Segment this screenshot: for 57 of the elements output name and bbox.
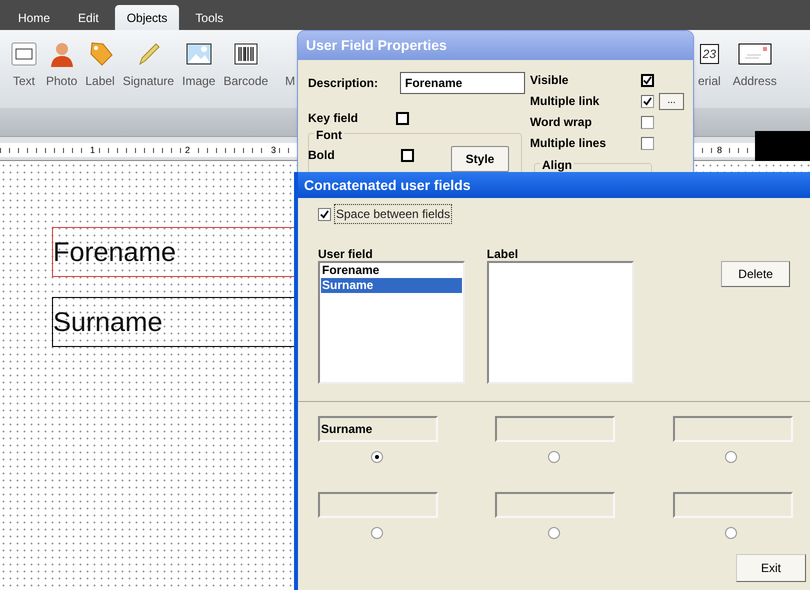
- radio-button[interactable]: [725, 527, 738, 539]
- menu-tab[interactable]: Tools: [183, 5, 236, 30]
- checkbox[interactable]: [641, 136, 654, 150]
- user-field-list[interactable]: Forename Surname: [318, 261, 465, 384]
- menu-tab[interactable]: Home: [6, 5, 62, 30]
- checkbox[interactable]: [396, 112, 409, 124]
- check-mark-icon: [643, 76, 652, 84]
- slot-field[interactable]: [318, 492, 438, 518]
- radio-button[interactable]: [725, 451, 738, 463]
- radio-button[interactable]: [548, 527, 560, 539]
- ribbon-tool[interactable]: Photo: [42, 40, 82, 90]
- number-icon: 23: [700, 44, 720, 64]
- window-title: Concatenated user fields: [304, 176, 470, 194]
- ribbon-tool[interactable]: Text: [6, 40, 42, 90]
- option-label: Multiple lines: [530, 135, 608, 152]
- menu-tab[interactable]: Edit: [66, 5, 111, 30]
- check-mark-icon: [320, 210, 329, 218]
- space-checkbox[interactable]: Space between fields: [318, 205, 452, 223]
- checkbox[interactable]: [401, 148, 414, 162]
- option-label: Word wrap: [530, 114, 593, 131]
- dark-panel: [755, 131, 810, 161]
- field-label: Description:: [308, 75, 380, 92]
- label-list[interactable]: [486, 261, 634, 384]
- ribbon-tool[interactable]: 23 erial: [696, 40, 723, 90]
- field-label: Key field: [308, 110, 360, 127]
- ribbon-tool[interactable]: Address: [730, 40, 779, 90]
- list-item[interactable]: Forename: [321, 263, 462, 278]
- list-item[interactable]: Surname: [321, 278, 462, 293]
- ribbon-tool[interactable]: Label: [81, 40, 119, 90]
- menu-tab[interactable]: Objects: [114, 5, 180, 30]
- checkbox[interactable]: [641, 116, 654, 128]
- option-label: Visible: [530, 72, 570, 89]
- slot-field[interactable]: Surname: [318, 416, 438, 442]
- checkbox[interactable]: [641, 74, 654, 86]
- ribbon-tool[interactable]: Image: [178, 40, 220, 90]
- more-button[interactable]: ...: [659, 92, 684, 110]
- check-mark-icon: [643, 96, 652, 106]
- option-label: Multiple link: [530, 93, 600, 110]
- slot-field[interactable]: [672, 492, 793, 518]
- field-label: Bold: [308, 147, 336, 164]
- slot-field[interactable]: [672, 416, 793, 442]
- list-heading: Label: [486, 246, 520, 261]
- slot-field[interactable]: [495, 416, 616, 442]
- checkbox[interactable]: [641, 94, 654, 108]
- description-field[interactable]: Forename: [400, 72, 525, 94]
- slot-field[interactable]: [495, 492, 616, 518]
- ribbon-tool[interactable]: Signature: [118, 40, 178, 90]
- ribbon-tool[interactable]: Barcode: [219, 40, 272, 90]
- radio-button[interactable]: [370, 527, 383, 539]
- window-title: User Field Properties: [306, 36, 447, 55]
- delete-button[interactable]: Delete: [721, 261, 790, 287]
- exit-button[interactable]: Exit: [736, 554, 806, 582]
- list-heading: User field: [318, 246, 374, 261]
- style-button[interactable]: Style: [451, 146, 509, 172]
- text-box-icon: [10, 40, 38, 68]
- radio-button[interactable]: [548, 451, 560, 463]
- radio-button[interactable]: [370, 451, 383, 463]
